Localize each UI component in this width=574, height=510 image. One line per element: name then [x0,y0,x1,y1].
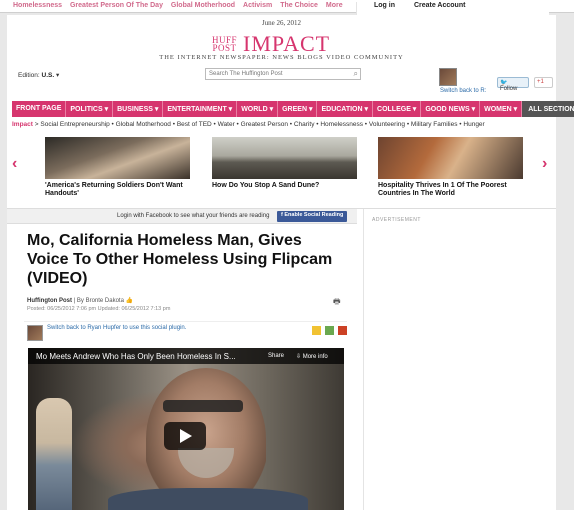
facebook-bar: Login with Facebook to see what your fri… [7,209,357,224]
subnav-impact[interactable]: Impact [12,121,33,128]
top-link-more[interactable]: More [326,2,343,9]
link-share-icon[interactable] [325,326,335,335]
share-icons [310,326,347,337]
carousel-card[interactable]: How Do You Stop A Sand Dune? [212,137,357,190]
subnav-water[interactable]: Water [218,121,235,128]
more-info-label: More info [302,354,328,360]
video-background-person [36,398,72,510]
user-avatar[interactable] [439,68,457,86]
nav-good-news[interactable]: GOOD NEWS ▾ [421,101,481,117]
sidebar: ADVERTISEMENT [363,209,556,510]
video-more-info-button[interactable]: ⇩ More info [296,353,328,360]
subnav-greatest-person[interactable]: Greatest Person [241,121,288,128]
article-byline: Huffington Post | By Bronte Dakota 👍 [27,297,133,304]
facebook-bar-text: Login with Facebook to see what your fri… [117,213,270,219]
trending-links: Homelessness Greatest Person Of The Day … [13,2,349,9]
top-link-the-choice[interactable]: The Choice [280,2,318,9]
card-image[interactable] [378,137,523,179]
switch-back-link[interactable]: Switch back to R: [440,88,486,94]
card-caption[interactable]: Hospitality Thrives In 1 Of The Poorest … [378,182,523,198]
subnav-global-motherhood[interactable]: Global Motherhood [116,121,171,128]
play-icon[interactable] [164,422,206,450]
carousel-prev-icon[interactable]: ‹ [12,155,17,173]
edition-label: Edition: [18,72,40,79]
nav-entertainment[interactable]: ENTERTAINMENT ▾ [163,101,238,117]
gplus-label: +1 [537,79,544,85]
create-account-link[interactable]: Create Account [414,2,465,9]
article-author[interactable]: | By Bronte Dakota [74,298,124,304]
logo-post: POST [212,43,237,53]
enable-social-reading-button[interactable]: f Enable Social Reading [277,211,348,222]
card-image[interactable] [212,137,357,179]
search-icon[interactable]: ⌕ [354,69,358,79]
card-image[interactable] [45,137,190,179]
chevron-down-icon: ▾ [55,72,60,79]
nav-world[interactable]: WORLD ▾ [237,101,279,117]
social-plugin-row: Switch back to Ryan Hupfer to use this s… [24,321,347,341]
video-title[interactable]: Mo Meets Andrew Who Has Only Been Homele… [36,352,256,361]
video-subject-glasses [163,400,243,412]
article-posted-date: Posted: 06/25/2012 7:06 pm Updated: 06/2… [27,306,171,312]
subnav-military-families[interactable]: Military Families [411,121,458,128]
subnav-homelessness[interactable]: Homelessness [320,121,363,128]
article-source[interactable]: Huffington Post [27,298,72,304]
nav-front-page[interactable]: FRONT PAGE [12,101,67,117]
video-player[interactable]: Mo Meets Andrew Who Has Only Been Homele… [28,348,344,510]
gplus-share-icon[interactable] [338,326,347,335]
carousel-next-icon[interactable]: › [542,155,547,173]
subnav-separator: > [34,121,39,128]
section-subnav: Impact > Social Entrepreneurship • Globa… [12,121,485,128]
card-caption[interactable]: How Do You Stop A Sand Dune? [212,182,357,190]
subnav-social-entrepreneurship[interactable]: Social Entrepreneurship [40,121,109,128]
social-switch-link[interactable]: Switch back to Ryan Hupfer to use this s… [47,325,186,331]
like-icon[interactable]: 👍 [126,298,133,304]
twitter-follow-button[interactable]: 🐦 Follow [497,77,529,92]
google-plus-button[interactable]: +1 [534,77,553,88]
top-link-greatest-person[interactable]: Greatest Person Of The Day [70,2,163,9]
masthead-date: June 26, 2012 [261,19,302,27]
main-nav: FRONT PAGE POLITICS ▾ BUSINESS ▾ ENTERTA… [12,101,574,117]
article-column: Login with Facebook to see what your fri… [7,209,357,510]
nav-education[interactable]: EDUCATION ▾ [317,101,374,117]
video-share-button[interactable]: Share [268,353,284,359]
nav-women[interactable]: WOMEN ▾ [480,101,523,117]
search-placeholder: Search The Huffington Post [209,71,283,77]
advertisement-label: ADVERTISEMENT [372,217,421,223]
edition-value: U.S. [41,72,55,79]
nav-college[interactable]: COLLEGE ▾ [373,101,422,117]
search-input[interactable]: Search The Huffington Post ⌕ [205,68,361,80]
subnav-best-of-ted[interactable]: Best of TED [177,121,212,128]
user-avatar-small[interactable] [27,325,43,341]
email-share-icon[interactable] [312,326,322,335]
subnav-hunger[interactable]: Hunger [463,121,484,128]
edition-selector[interactable]: Edition: U.S. ▾ [18,71,59,79]
nav-all-sections[interactable]: ALL SECTIONS ▾ [522,101,574,117]
twitter-follow-label: Follow [500,86,518,92]
video-subject-shirt [108,488,308,510]
nav-politics[interactable]: POLITICS ▾ [66,101,114,117]
nav-business[interactable]: BUSINESS ▾ [113,101,164,117]
carousel-card[interactable]: 'America's Returning Soldiers Don't Want… [45,137,190,198]
info-icon: ⇩ [296,354,302,360]
nav-green[interactable]: GREEN ▾ [278,101,318,117]
tagline: THE INTERNET NEWSPAPER: NEWS BLOGS VIDEO… [159,54,404,61]
card-caption[interactable]: 'America's Returning Soldiers Don't Want… [45,182,190,198]
top-link-homelessness[interactable]: Homelessness [13,2,62,9]
top-link-bar: Homelessness Greatest Person Of The Day … [0,0,574,303]
subnav-charity[interactable]: Charity [294,121,315,128]
page-container: June 26, 2012 HUFF POST IMPACT THE INTER… [7,15,574,510]
print-icon[interactable]: 🖶 [333,296,341,310]
subnav-volunteering[interactable]: Volunteering [369,121,405,128]
top-link-global-motherhood[interactable]: Global Motherhood [171,2,235,9]
huffpost-logo: HUFF POST [212,36,237,53]
carousel-card[interactable]: Hospitality Thrives In 1 Of The Poorest … [378,137,523,198]
top-link-activism[interactable]: Activism [243,2,272,9]
login-link[interactable]: Log in [374,2,395,9]
article-headline: Mo, California Homeless Man, Gives Voice… [27,232,333,287]
